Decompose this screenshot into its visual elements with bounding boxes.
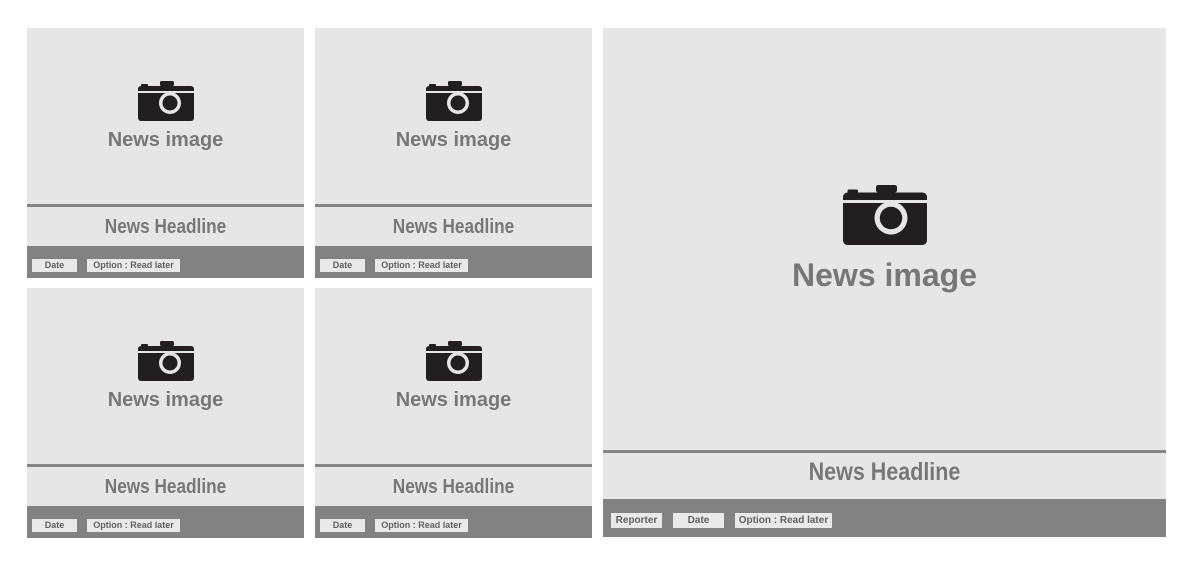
news-headline[interactable]: News Headline [46,475,284,499]
date-chip: Date [320,259,365,272]
news-image-placeholder: News image [315,288,592,464]
divider [27,464,304,467]
camera-icon [425,80,482,121]
news-image-placeholder: News image [27,288,304,464]
news-card[interactable]: News image News Headline Date Option : R… [315,288,592,538]
reporter-chip[interactable]: Reporter [611,513,662,528]
news-image-placeholder: News image [27,28,304,204]
date-chip: Date [320,519,365,532]
read-later-option[interactable]: Option : Read later [735,513,832,528]
camera-icon [137,80,194,121]
read-later-option[interactable]: Option : Read later [375,259,468,272]
news-headline[interactable]: News Headline [334,215,572,239]
card-footer: Date Option : Read later [315,246,592,278]
news-headline[interactable]: News Headline [334,475,572,499]
camera-icon [137,340,194,381]
card-footer: Date Option : Read later [27,506,304,538]
date-chip: Date [673,513,724,528]
read-later-option[interactable]: Option : Read later [87,519,180,532]
divider [315,464,592,467]
divider [27,204,304,207]
news-headline[interactable]: News Headline [46,215,284,239]
read-later-option[interactable]: Option : Read later [375,519,468,532]
card-footer: Reporter Date Option : Read later [603,499,1166,537]
camera-icon [842,184,927,245]
card-footer: Date Option : Read later [315,506,592,538]
news-card[interactable]: News image News Headline Date Option : R… [315,28,592,278]
date-chip: Date [32,519,77,532]
divider [315,204,592,207]
news-headline[interactable]: News Headline [642,456,1126,488]
divider [603,450,1166,453]
news-image-label: News image [395,128,512,151]
news-image-label: News image [107,128,224,151]
news-image-label: News image [107,388,224,411]
news-image-placeholder: News image [315,28,592,204]
news-card[interactable]: News image News Headline Date Option : R… [27,288,304,538]
camera-icon [425,340,482,381]
card-footer: Date Option : Read later [27,246,304,278]
read-later-option[interactable]: Option : Read later [87,259,180,272]
date-chip: Date [32,259,77,272]
news-image-placeholder: News image [603,28,1166,450]
featured-news-card[interactable]: News image News Headline Reporter Date O… [603,28,1166,537]
news-image-label: News image [792,256,977,293]
news-image-label: News image [395,388,512,411]
news-card[interactable]: News image News Headline Date Option : R… [27,28,304,278]
